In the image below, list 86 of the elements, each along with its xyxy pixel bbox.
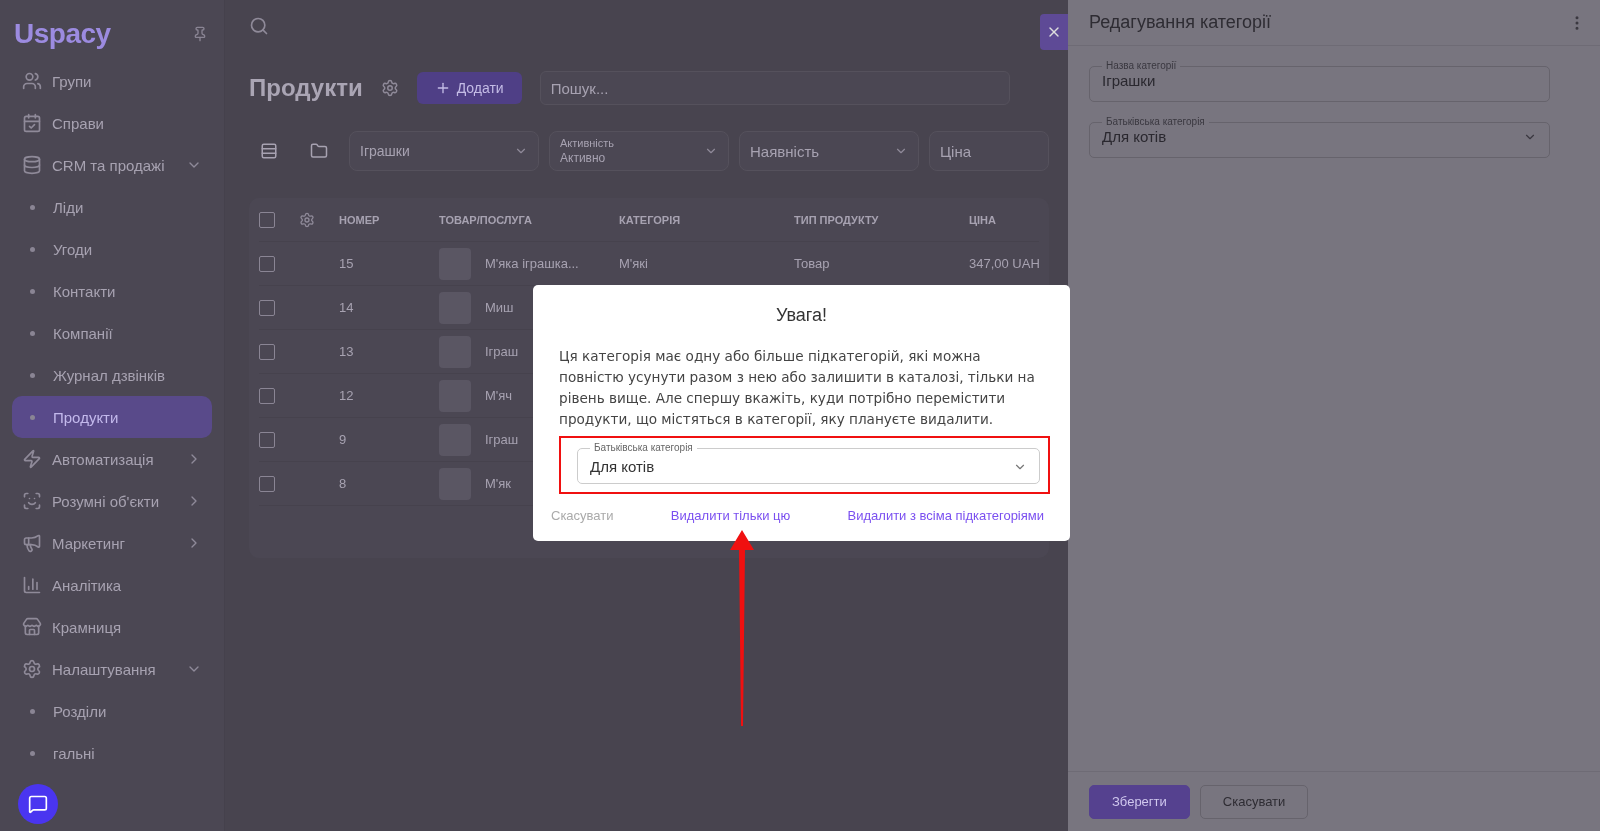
add-button[interactable]: Додати bbox=[416, 72, 522, 104]
menu-icon bbox=[22, 575, 42, 595]
table-cell-text: 15 bbox=[339, 256, 355, 271]
settings-icon[interactable] bbox=[380, 79, 399, 97]
menu-icon bbox=[22, 113, 42, 133]
bullet-icon bbox=[30, 288, 35, 294]
filter-select[interactable]: Наявність bbox=[739, 131, 919, 171]
dialog-message: Ця категорія має одну або більше підкатегорій, які можна повністю усунути разом з нею або залишити в каталозі, тільки на рівень вище. Але спершу вкажіть, куди потрібно перемістити продукти, що містяться в категорії, яку плануєте видалити. bbox=[559, 347, 1036, 429]
sidebar-item[interactable]: Компанії bbox=[12, 312, 212, 354]
bullet-icon bbox=[30, 708, 35, 714]
bullet-icon bbox=[30, 750, 35, 756]
close-button[interactable] bbox=[1040, 14, 1068, 50]
category-select[interactable]: Батьківська категорія Для котів bbox=[1089, 116, 1550, 158]
sidebar-item[interactable]: Справи bbox=[12, 102, 212, 144]
delete-button[interactable]: Видалити з всіма підкатегоріями bbox=[847, 506, 1044, 525]
pin-icon[interactable] bbox=[192, 26, 208, 42]
row-checkbox[interactable] bbox=[259, 387, 275, 404]
menu-icon bbox=[22, 449, 42, 469]
sidebar-item[interactable]: Продукти bbox=[12, 396, 212, 438]
filter-select[interactable]: Іграшки bbox=[349, 131, 539, 171]
table-cell-text: 9 bbox=[339, 432, 348, 447]
row-checkbox[interactable] bbox=[259, 475, 275, 492]
row-checkbox[interactable] bbox=[259, 343, 275, 360]
settings-icon[interactable] bbox=[299, 211, 315, 228]
table-cell-text: 13 bbox=[339, 344, 355, 359]
chat-icon bbox=[28, 794, 48, 814]
sidebar-item[interactable]: Розумні об'єкти bbox=[12, 480, 212, 522]
row-checkbox[interactable] bbox=[259, 431, 275, 448]
table-cell: Іграш bbox=[485, 432, 519, 447]
drawer-title: Редагування категорії bbox=[1089, 12, 1272, 33]
filter-select[interactable]: Активність Активно bbox=[549, 131, 729, 171]
bullet-icon bbox=[30, 330, 35, 336]
dialog-title: Увага! bbox=[775, 305, 828, 326]
bullet-icon bbox=[30, 372, 35, 378]
sidebar-item[interactable]: Аналітика bbox=[12, 564, 212, 606]
bullet-icon bbox=[30, 204, 35, 210]
cancel-button[interactable]: Скасувати bbox=[551, 506, 614, 525]
table-cell-text: 8 bbox=[339, 476, 348, 491]
select-all-checkbox[interactable] bbox=[259, 211, 275, 228]
bullet-icon bbox=[30, 246, 35, 252]
table-cell-text: Товар bbox=[794, 256, 831, 271]
table-cell: 347,00 UAH bbox=[969, 256, 1039, 271]
menu-icon bbox=[22, 533, 42, 553]
column-header: КАТЕГОРІЯ bbox=[619, 213, 682, 226]
table-cell: М'як bbox=[485, 476, 512, 491]
sidebar-item[interactable]: Контакти bbox=[12, 270, 212, 312]
sidebar-item[interactable]: Групи bbox=[12, 60, 212, 102]
column-header: ТОВАР/ПОСЛУГА bbox=[439, 213, 533, 226]
name-field[interactable]: Назва категорії Іграшки bbox=[1089, 60, 1550, 102]
table-cell-text: М'які bbox=[619, 256, 649, 271]
menu-icon bbox=[22, 71, 42, 91]
sidebar-item[interactable]: Угоди bbox=[12, 228, 212, 270]
row-checkbox[interactable] bbox=[259, 255, 275, 272]
page-title: Продукти bbox=[249, 74, 363, 102]
logo: Uspacy bbox=[14, 18, 111, 50]
sidebar-item[interactable]: CRM та продажі bbox=[12, 144, 212, 186]
category-select[interactable]: Батьківська категорія Для котів bbox=[577, 442, 1040, 484]
table-cell-text: 14 bbox=[339, 300, 355, 315]
search-field[interactable]: Пошук... bbox=[539, 71, 1010, 105]
table-cell: М'яка іграшка... bbox=[485, 256, 579, 271]
column-header: ЦІНА bbox=[969, 213, 997, 226]
price-field[interactable]: Ціна bbox=[929, 131, 1049, 171]
menu-icon bbox=[22, 617, 42, 637]
sidebar-item[interactable]: Ліди bbox=[12, 186, 212, 228]
row-checkbox[interactable] bbox=[259, 299, 275, 316]
table-cell: Миш bbox=[485, 300, 514, 315]
menu-icon bbox=[22, 491, 42, 511]
table-cell: М'яч bbox=[485, 388, 513, 403]
menu-icon bbox=[22, 155, 42, 175]
search-icon[interactable] bbox=[249, 16, 269, 36]
save-button[interactable]: Зберегти bbox=[1089, 784, 1190, 819]
cancel-button[interactable]: Скасувати bbox=[1199, 784, 1309, 819]
sidebar-item[interactable]: Журнал дзвінків bbox=[12, 354, 212, 396]
delete-button[interactable]: Видалити тільки цю bbox=[670, 506, 791, 525]
sidebar-item[interactable]: Крамниця bbox=[12, 606, 212, 648]
sidebar-item[interactable]: гальні bbox=[12, 732, 212, 774]
table-cell-text: 12 bbox=[339, 388, 355, 403]
sidebar-item[interactable]: Автоматизація bbox=[12, 438, 212, 480]
sidebar-item[interactable]: Маркетинг bbox=[12, 522, 212, 564]
menu-icon bbox=[22, 659, 42, 679]
table-cell: Іграш bbox=[485, 344, 519, 359]
sidebar-item[interactable]: Налаштування bbox=[12, 648, 212, 690]
sidebar-item[interactable]: Розділи bbox=[12, 690, 212, 732]
column-header: ТИП ПРОДУКТУ bbox=[794, 213, 880, 226]
bullet-icon bbox=[30, 414, 35, 420]
column-header: НОМЕР bbox=[339, 213, 381, 226]
